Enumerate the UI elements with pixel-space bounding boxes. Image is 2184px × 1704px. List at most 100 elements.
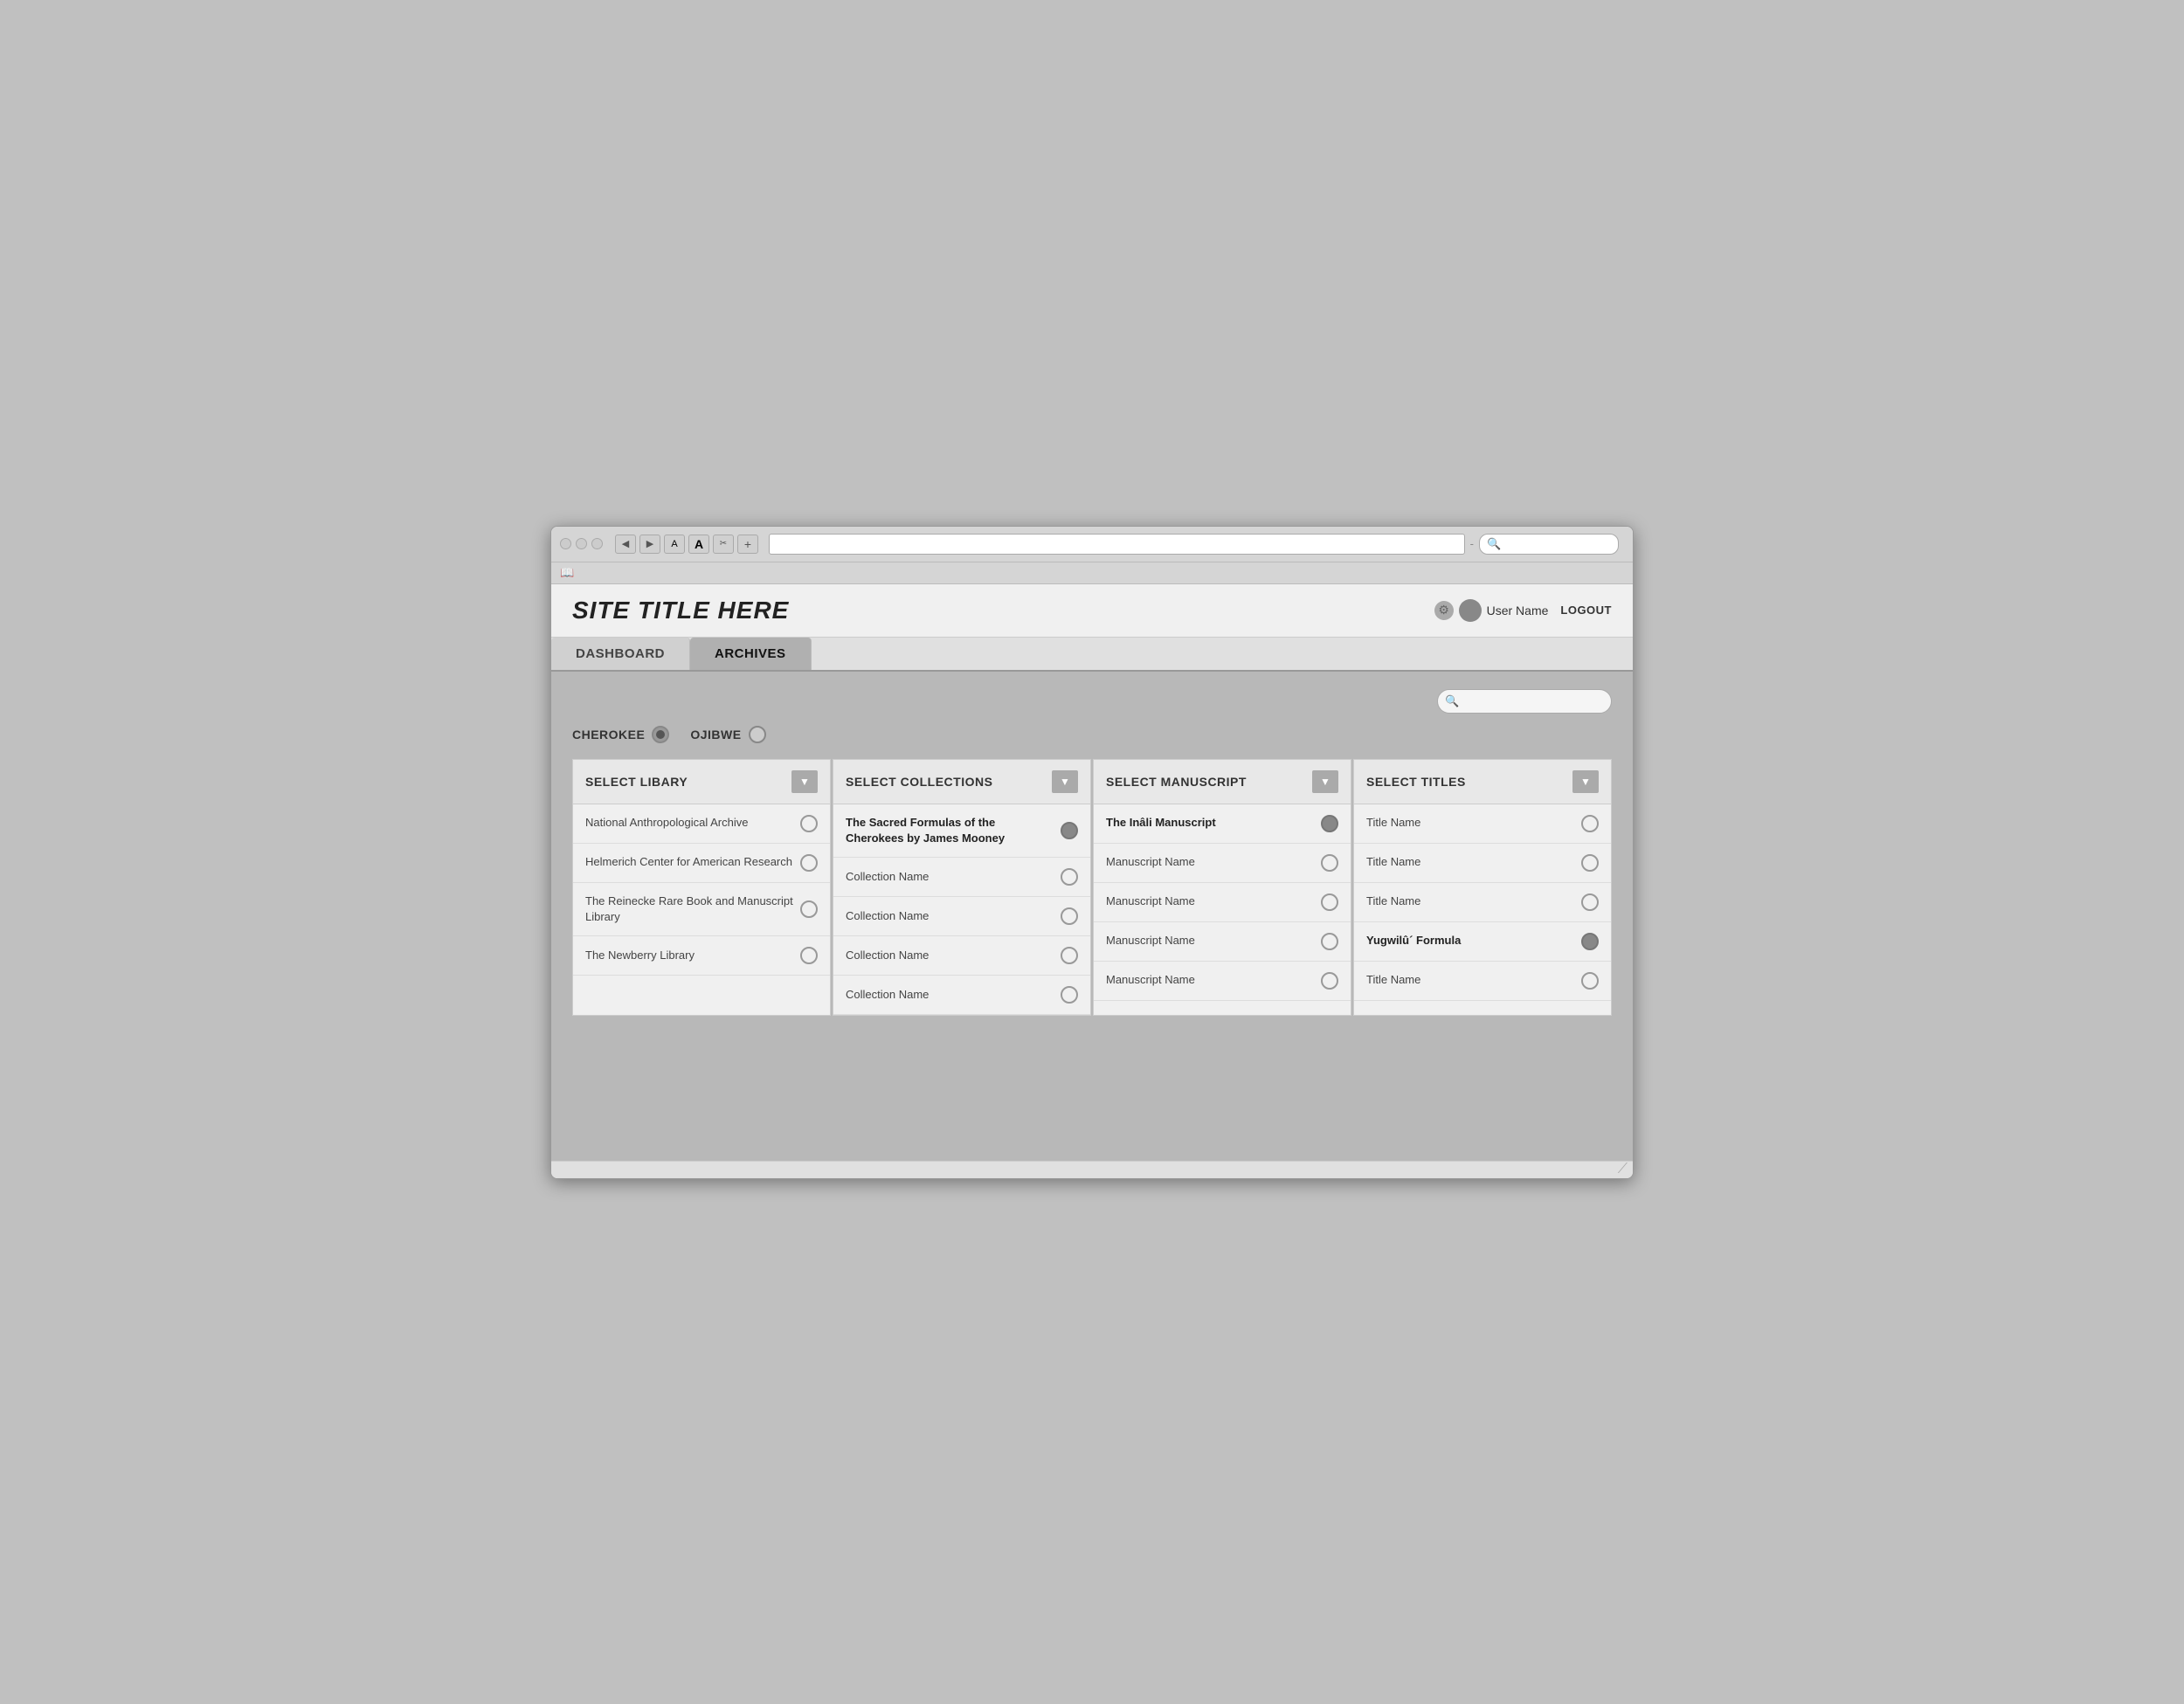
titles-row-1[interactable]: Title Name bbox=[1354, 844, 1611, 883]
close-button[interactable] bbox=[560, 538, 571, 549]
library-radio-0[interactable] bbox=[800, 815, 818, 832]
collections-dropdown-button[interactable] bbox=[1052, 770, 1078, 793]
forward-button[interactable]: ▶ bbox=[639, 535, 660, 554]
column-titles-title: SELECT TITLES bbox=[1366, 775, 1466, 789]
status-bar: ⟋ bbox=[551, 1161, 1633, 1178]
collections-radio-4[interactable] bbox=[1061, 986, 1078, 1004]
titles-radio-4[interactable] bbox=[1581, 972, 1599, 990]
manuscript-radio-1[interactable] bbox=[1321, 854, 1338, 872]
titles-radio-0[interactable] bbox=[1581, 815, 1599, 832]
titles-row-2[interactable]: Title Name bbox=[1354, 883, 1611, 922]
library-item-0: National Anthropological Archive bbox=[585, 815, 800, 831]
tab-dashboard[interactable]: DASHBOARD bbox=[551, 638, 690, 670]
column-library-title: SELECT LIBARY bbox=[585, 775, 688, 789]
collections-row-0[interactable]: The Sacred Formulas of the Cherokees by … bbox=[833, 804, 1090, 858]
column-manuscript: SELECT MANUSCRIPT The Inâli Manuscript M… bbox=[1093, 759, 1351, 1016]
manuscript-radio-0[interactable] bbox=[1321, 815, 1338, 832]
library-row-0[interactable]: National Anthropological Archive bbox=[573, 804, 830, 844]
library-row-3[interactable]: The Newberry Library bbox=[573, 936, 830, 976]
browser-window: ◀ ▶ A A ✂ + - 🔍 📖 SITE TITLE HERE ⚙ User… bbox=[550, 526, 1634, 1179]
manuscript-dropdown-button[interactable] bbox=[1312, 770, 1338, 793]
column-collections: SELECT COLLECTIONS The Sacred Formulas o… bbox=[833, 759, 1091, 1016]
titles-radio-1[interactable] bbox=[1581, 854, 1599, 872]
nav-tabs: DASHBOARD ARCHIVES bbox=[551, 638, 1633, 672]
collections-row-1[interactable]: Collection Name bbox=[833, 858, 1090, 897]
language-filters: CHEROKEE OJIBWE bbox=[572, 726, 1612, 743]
maximize-button[interactable] bbox=[591, 538, 603, 549]
manuscript-item-1: Manuscript Name bbox=[1106, 854, 1321, 870]
reader-button[interactable]: ✂ bbox=[713, 535, 734, 554]
columns-container: SELECT LIBARY National Anthropological A… bbox=[572, 759, 1612, 1016]
gear-icon[interactable]: ⚙ bbox=[1434, 601, 1454, 620]
column-titles: SELECT TITLES Title Name Title Name Titl… bbox=[1353, 759, 1612, 1016]
manuscript-radio-2[interactable] bbox=[1321, 893, 1338, 911]
titles-dropdown-button[interactable] bbox=[1572, 770, 1599, 793]
library-item-2: The Reinecke Rare Book and Manuscript Li… bbox=[585, 893, 800, 925]
library-row-2[interactable]: The Reinecke Rare Book and Manuscript Li… bbox=[573, 883, 830, 936]
collections-row-4[interactable]: Collection Name bbox=[833, 976, 1090, 1015]
manuscript-item-3: Manuscript Name bbox=[1106, 933, 1321, 949]
back-button[interactable]: ◀ bbox=[615, 535, 636, 554]
manuscript-row-3[interactable]: Manuscript Name bbox=[1094, 922, 1351, 962]
manuscript-row-1[interactable]: Manuscript Name bbox=[1094, 844, 1351, 883]
main-content: 🔍 CHEROKEE OJIBWE SELECT LIBARY bbox=[551, 672, 1633, 1161]
titles-radio-3[interactable] bbox=[1581, 933, 1599, 950]
browser-search-icon: 🔍 bbox=[1487, 537, 1501, 551]
font-small-button[interactable]: A bbox=[664, 535, 685, 554]
manuscript-radio-3[interactable] bbox=[1321, 933, 1338, 950]
column-titles-header: SELECT TITLES bbox=[1354, 760, 1611, 804]
cherokee-label: CHEROKEE bbox=[572, 728, 645, 742]
address-bar-container: - 🔍 bbox=[769, 534, 1619, 555]
manuscript-item-4: Manuscript Name bbox=[1106, 972, 1321, 988]
library-radio-1[interactable] bbox=[800, 854, 818, 872]
collections-item-0: The Sacred Formulas of the Cherokees by … bbox=[846, 815, 1061, 846]
app-header: SITE TITLE HERE ⚙ User Name LOGOUT bbox=[551, 584, 1633, 638]
avatar bbox=[1459, 599, 1482, 622]
user-section: ⚙ User Name bbox=[1434, 599, 1549, 622]
library-radio-3[interactable] bbox=[800, 947, 818, 964]
collections-radio-1[interactable] bbox=[1061, 868, 1078, 886]
collections-radio-3[interactable] bbox=[1061, 947, 1078, 964]
traffic-lights bbox=[560, 538, 603, 549]
language-cherokee[interactable]: CHEROKEE bbox=[572, 726, 669, 743]
manuscript-row-4[interactable]: Manuscript Name bbox=[1094, 962, 1351, 1001]
collections-radio-0[interactable] bbox=[1061, 822, 1078, 839]
address-bar[interactable] bbox=[769, 534, 1465, 555]
ojibwe-radio[interactable] bbox=[749, 726, 766, 743]
ojibwe-label: OJIBWE bbox=[690, 728, 741, 742]
logout-button[interactable]: LOGOUT bbox=[1560, 604, 1612, 617]
titles-row-0[interactable]: Title Name bbox=[1354, 804, 1611, 844]
tab-archives[interactable]: ARCHIVES bbox=[690, 638, 812, 670]
column-manuscript-title: SELECT MANUSCRIPT bbox=[1106, 775, 1247, 789]
library-radio-2[interactable] bbox=[800, 900, 818, 918]
minimize-button[interactable] bbox=[576, 538, 587, 549]
site-title: SITE TITLE HERE bbox=[572, 597, 789, 624]
titles-row-3[interactable]: Yugwilû´ Formula bbox=[1354, 922, 1611, 962]
titles-item-4: Title Name bbox=[1366, 972, 1581, 988]
collections-row-2[interactable]: Collection Name bbox=[833, 897, 1090, 936]
collections-radio-2[interactable] bbox=[1061, 907, 1078, 925]
browser-search-input[interactable] bbox=[1504, 538, 1611, 550]
manuscript-radio-4[interactable] bbox=[1321, 972, 1338, 990]
content-search-input[interactable] bbox=[1437, 689, 1612, 714]
titles-radio-2[interactable] bbox=[1581, 893, 1599, 911]
collections-row-3[interactable]: Collection Name bbox=[833, 936, 1090, 976]
library-row-1[interactable]: Helmerich Center for American Research bbox=[573, 844, 830, 883]
new-tab-button[interactable]: + bbox=[737, 535, 758, 554]
manuscript-row-2[interactable]: Manuscript Name bbox=[1094, 883, 1351, 922]
titles-item-2: Title Name bbox=[1366, 893, 1581, 909]
manuscript-item-2: Manuscript Name bbox=[1106, 893, 1321, 909]
language-ojibwe[interactable]: OJIBWE bbox=[690, 726, 765, 743]
collections-item-3: Collection Name bbox=[846, 948, 1061, 963]
resize-handle: ⟋ bbox=[1618, 1162, 1628, 1177]
font-large-button[interactable]: A bbox=[688, 535, 709, 554]
manuscript-item-0: The Inâli Manuscript bbox=[1106, 815, 1321, 831]
manuscript-row-0[interactable]: The Inâli Manuscript bbox=[1094, 804, 1351, 844]
titles-row-4[interactable]: Title Name bbox=[1354, 962, 1611, 1001]
cherokee-radio[interactable] bbox=[652, 726, 669, 743]
library-item-3: The Newberry Library bbox=[585, 948, 800, 963]
column-collections-title: SELECT COLLECTIONS bbox=[846, 775, 992, 789]
header-right: ⚙ User Name LOGOUT bbox=[1434, 599, 1612, 622]
column-library: SELECT LIBARY National Anthropological A… bbox=[572, 759, 831, 1016]
library-dropdown-button[interactable] bbox=[791, 770, 818, 793]
